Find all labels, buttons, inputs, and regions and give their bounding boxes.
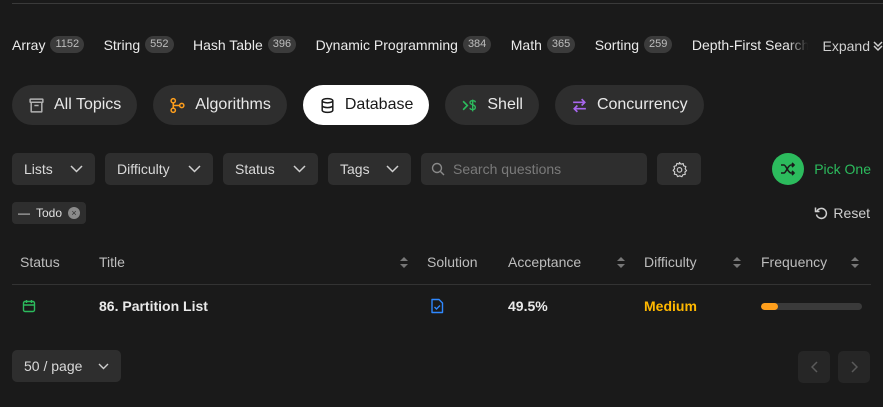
gear-icon: [672, 161, 687, 177]
tag-string[interactable]: String 552: [103, 36, 174, 54]
expand-label: Expand: [822, 38, 870, 54]
per-page-select[interactable]: 50 / page: [12, 350, 121, 382]
tag-count: 365: [546, 36, 576, 54]
header-difficulty[interactable]: Difficulty: [644, 245, 697, 279]
sort-icon[interactable]: [733, 257, 741, 268]
acceptance-value: 49.5%: [508, 298, 548, 314]
expand-tags-button[interactable]: Expand: [823, 38, 883, 54]
header-acceptance[interactable]: Acceptance: [508, 245, 581, 279]
dropdown-label: Lists: [24, 161, 53, 177]
chevron-down-icon: [386, 165, 399, 173]
category-label: Algorithms: [195, 96, 271, 113]
tag-count: 1152: [50, 36, 85, 54]
topic-tag-row: Array 1152 String 552 Hash Table 396 Dynami…: [12, 36, 883, 56]
search-box: [421, 153, 647, 185]
table-row: 86. Partition List 49.5% Medium: [12, 290, 871, 322]
tag-sorting[interactable]: Sorting 259: [594, 36, 673, 54]
tag-name: Math: [510, 36, 542, 53]
next-page-button[interactable]: [838, 351, 870, 383]
concurrency-icon: [573, 98, 586, 112]
chevron-down-icon: [188, 165, 201, 173]
chip-label: Todo: [36, 206, 63, 220]
category-shell[interactable]: Shell: [445, 85, 539, 125]
tag-count: 396: [267, 36, 297, 54]
category-label: All Topics: [54, 96, 122, 113]
double-chevron-down-icon: [873, 41, 883, 52]
category-label: Concurrency: [596, 96, 688, 113]
pick-one-label: Pick One: [814, 161, 871, 177]
shell-icon: [462, 99, 477, 111]
sort-icon[interactable]: [400, 257, 408, 268]
list-box-icon: [29, 97, 44, 113]
per-page-label: 50 / page: [24, 358, 83, 374]
category-label: Database: [344, 96, 414, 113]
algorithms-icon: [170, 97, 185, 113]
problem-title-link[interactable]: 86. Partition List: [99, 298, 208, 314]
shuffle-button-circle: [772, 153, 805, 185]
tags-dropdown[interactable]: Tags: [328, 153, 411, 185]
pick-one-button[interactable]: Pick One: [772, 153, 871, 185]
top-divider: [12, 3, 883, 4]
tag-name: Hash Table: [192, 36, 263, 53]
chevron-down-icon: [70, 165, 83, 173]
chevron-down-icon: [98, 363, 109, 369]
filter-row: Lists Difficulty Status Tags Pick One: [12, 153, 871, 185]
lists-dropdown[interactable]: Lists: [12, 153, 95, 185]
settings-button[interactable]: [657, 153, 701, 185]
category-algorithms[interactable]: Algorithms: [153, 85, 287, 125]
tag-name: Sorting: [594, 36, 640, 53]
search-input[interactable]: [453, 161, 633, 177]
tag-math[interactable]: Math 365: [510, 36, 576, 54]
tag-count: 259: [644, 36, 673, 54]
solution-cell[interactable]: [430, 290, 444, 322]
shuffle-icon: [781, 162, 796, 176]
chevron-right-icon: [850, 361, 858, 373]
tag-name: Dynamic Programming: [315, 36, 458, 53]
frequency-fill: [761, 302, 779, 310]
search-icon: [431, 162, 445, 176]
dash-icon: —: [18, 206, 30, 220]
status-dropdown[interactable]: Status: [223, 153, 318, 185]
sort-icon[interactable]: [851, 257, 859, 268]
solution-doc-icon: [431, 298, 444, 314]
active-filter-chip: — Todo ×: [12, 202, 87, 224]
reset-button[interactable]: Reset: [814, 205, 870, 221]
header-frequency[interactable]: Frequency: [761, 245, 827, 279]
dropdown-label: Difficulty: [117, 161, 170, 177]
remove-chip-icon[interactable]: ×: [68, 207, 81, 219]
database-icon: [321, 97, 334, 113]
calendar-icon: [22, 300, 36, 313]
tag-count: 384: [462, 36, 492, 54]
dropdown-label: Tags: [340, 161, 370, 177]
tag-dynamic-programming[interactable]: Dynamic Programming 384: [315, 36, 492, 54]
chevron-down-icon: [293, 165, 306, 173]
category-row: All Topics Algorithms Database Shell Con…: [12, 85, 704, 125]
category-database[interactable]: Database: [302, 85, 430, 125]
reset-label: Reset: [833, 205, 870, 221]
category-concurrency[interactable]: Concurrency: [554, 85, 704, 125]
difficulty-badge: Medium: [644, 298, 697, 314]
frequency-cell: [761, 290, 862, 322]
header-solution: Solution: [427, 254, 478, 270]
table-header: Status Title Solution Acceptance Difficu…: [12, 245, 871, 279]
category-label: Shell: [487, 96, 523, 113]
tag-name: Array: [12, 36, 46, 53]
header-status: Status: [20, 254, 60, 270]
sort-icon[interactable]: [617, 257, 625, 268]
frequency-bar: [761, 302, 862, 310]
tag-name: String: [103, 36, 141, 53]
tag-count: 552: [145, 36, 174, 54]
reset-icon: [815, 207, 828, 220]
tag-hash-table[interactable]: Hash Table 396: [192, 36, 297, 54]
dropdown-label: Status: [235, 161, 275, 177]
header-divider: [12, 284, 871, 285]
status-cell: [22, 290, 36, 322]
tag-row-fade: Expand: [787, 36, 883, 56]
header-title[interactable]: Title: [99, 245, 125, 279]
category-all-topics[interactable]: All Topics: [12, 85, 138, 125]
difficulty-dropdown[interactable]: Difficulty: [105, 153, 213, 185]
tag-array[interactable]: Array 1152: [12, 36, 85, 54]
chevron-left-icon: [810, 361, 818, 373]
prev-page-button[interactable]: [798, 351, 830, 383]
